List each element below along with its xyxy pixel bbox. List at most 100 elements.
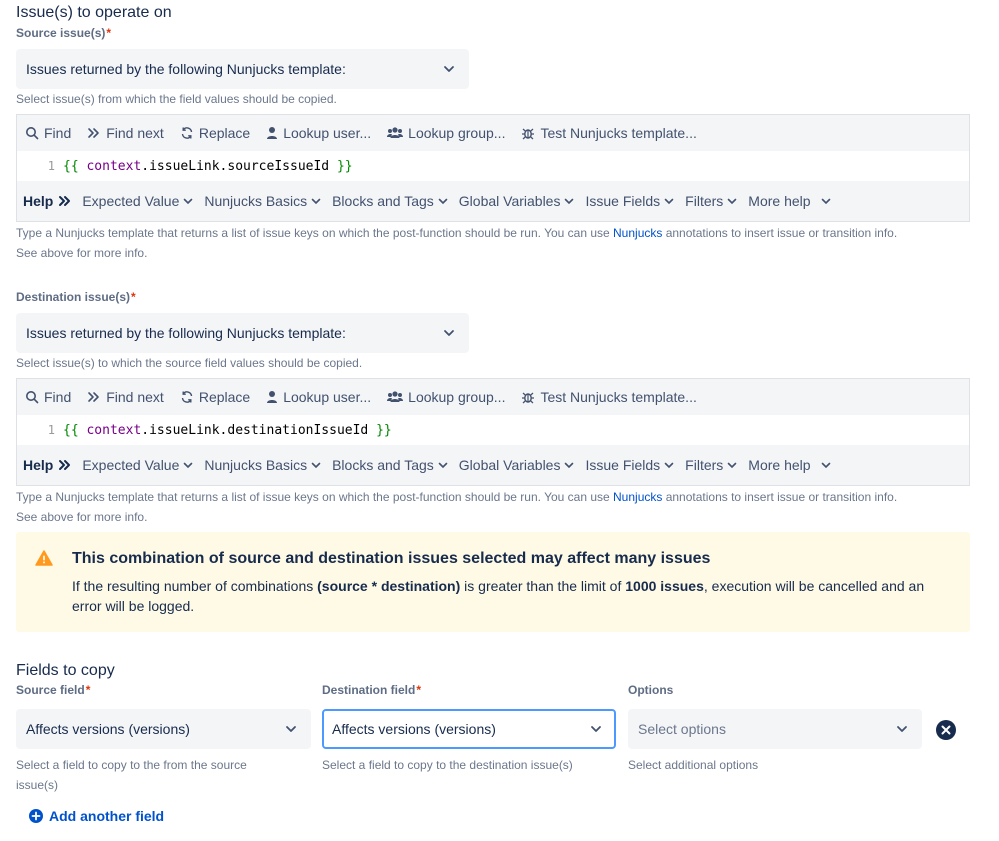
destination-issues-select[interactable]: Issues returned by the following Nunjuck…: [16, 313, 469, 353]
required-marker: *: [416, 683, 422, 697]
required-marker: *: [106, 26, 112, 40]
help-more-help[interactable]: More help: [748, 193, 830, 209]
find-button[interactable]: Find: [25, 125, 71, 141]
chevron-down-icon: [438, 198, 448, 204]
chevron-down-icon: [565, 198, 574, 204]
destination-field-value: Affects versions (versions): [332, 721, 496, 737]
help-nunjucks-basics[interactable]: Nunjucks Basics: [204, 193, 321, 209]
help-blocks-and-tags[interactable]: Blocks and Tags: [332, 457, 448, 473]
chevron-down-icon: [311, 462, 321, 468]
help-global-variables[interactable]: Global Variables: [459, 457, 575, 473]
lookup-group-label: Lookup group...: [408, 389, 506, 405]
warning-banner: This combination of source and destinati…: [16, 532, 970, 632]
lookup-user-button[interactable]: Lookup user...: [266, 125, 371, 141]
help-item-label: Expected Value: [82, 457, 180, 473]
chevron-down-icon: [892, 719, 912, 739]
source-field-label: Source field*: [16, 683, 90, 697]
source-field-label-text: Source field: [16, 683, 85, 697]
help-filters[interactable]: Filters: [685, 457, 737, 473]
template-help-text: Type a Nunjucks template that returns a …: [16, 226, 614, 240]
chevron-down-icon: [281, 719, 301, 739]
help-item-label: Blocks and Tags: [332, 193, 434, 209]
bug-icon: [522, 392, 535, 404]
user-icon: [267, 127, 278, 139]
test-template-button[interactable]: Test Nunjucks template...: [521, 389, 697, 405]
add-another-field-button[interactable]: Add another field: [29, 808, 164, 824]
editor-toolbar: Find Find next Replace Lookup user... Lo…: [17, 115, 969, 151]
chevron-down-icon: [565, 462, 574, 468]
destination-field-label: Destination field*: [322, 683, 421, 697]
help-more-help[interactable]: More help: [748, 457, 830, 473]
double-chevron-right-icon: [88, 128, 100, 138]
refresh-icon: [181, 127, 193, 139]
chevron-down-icon: [727, 462, 737, 468]
find-button[interactable]: Find: [25, 389, 71, 405]
help-nunjucks-basics[interactable]: Nunjucks Basics: [204, 457, 321, 473]
help-expected-value[interactable]: Expected Value: [82, 457, 193, 473]
options-help: Select additional options: [628, 758, 759, 772]
nunjucks-link[interactable]: Nunjucks: [613, 226, 662, 240]
double-chevron-right-icon: [88, 392, 100, 402]
source-field-help: Select a field to copy to the from the s…: [16, 758, 247, 792]
test-template-button[interactable]: Test Nunjucks template...: [521, 125, 697, 141]
find-next-button[interactable]: Find next: [87, 389, 164, 405]
help-item-label: Global Variables: [458, 193, 561, 209]
warning-title: This combination of source and destinati…: [72, 550, 711, 567]
help-issue-fields[interactable]: Issue Fields: [585, 457, 674, 473]
lookup-user-button[interactable]: Lookup user...: [266, 389, 371, 405]
destination-issues-select-value: Issues returned by the following Nunjuck…: [26, 325, 346, 341]
chevron-down-icon: [821, 198, 830, 204]
replace-button[interactable]: Replace: [180, 125, 250, 141]
code-text: {{ context.issueLink.destinationIssueId …: [61, 423, 392, 438]
code-line[interactable]: 1 {{ context.issueLink.destinationIssueI…: [17, 415, 969, 445]
test-template-label: Test Nunjucks template...: [540, 125, 697, 141]
lookup-group-button[interactable]: Lookup group...: [387, 389, 505, 405]
code-line[interactable]: 1 {{ context.issueLink.sourceIssueId }}: [17, 151, 969, 181]
code-close-brace: }}: [336, 158, 353, 174]
template-help-text: annotations to insert issue or transitio…: [662, 490, 898, 504]
options-label: Options: [628, 683, 674, 697]
source-issues-label: Source issue(s)*: [16, 26, 111, 40]
help-label: Help: [23, 193, 54, 209]
replace-label: Replace: [198, 389, 251, 405]
find-next-button[interactable]: Find next: [87, 125, 164, 141]
remove-field-button[interactable]: [935, 719, 957, 741]
chevron-down-icon: [311, 198, 321, 204]
warning-icon: [35, 550, 53, 571]
replace-button[interactable]: Replace: [180, 389, 250, 405]
help-blocks-and-tags[interactable]: Blocks and Tags: [332, 193, 448, 209]
required-marker: *: [85, 683, 91, 697]
options-placeholder: Select options: [638, 721, 726, 737]
group-icon: [387, 127, 404, 138]
destination-template-help: Type a Nunjucks template that returns a …: [16, 487, 976, 527]
warning-bold-text: 1000 issues: [625, 578, 704, 594]
add-circle-icon: [29, 809, 43, 823]
chevron-down-icon: [586, 719, 606, 739]
find-label: Find: [44, 125, 72, 141]
source-issues-select[interactable]: Issues returned by the following Nunjuck…: [16, 49, 469, 89]
bug-icon: [522, 128, 535, 140]
help-global-variables[interactable]: Global Variables: [459, 193, 575, 209]
options-select[interactable]: Select options: [628, 709, 922, 749]
section-title-issues: Issue(s) to operate on: [16, 4, 172, 21]
help-issue-fields[interactable]: Issue Fields: [585, 193, 674, 209]
help-filters[interactable]: Filters: [685, 193, 737, 209]
nunjucks-link[interactable]: Nunjucks: [613, 490, 662, 504]
source-field-select[interactable]: Affects versions (versions): [16, 709, 311, 749]
lookup-group-button[interactable]: Lookup group...: [387, 125, 505, 141]
destination-template-editor: Find Find next Replace Lookup user... Lo…: [16, 378, 970, 486]
chevron-down-icon: [664, 198, 674, 204]
help-expected-value[interactable]: Expected Value: [82, 193, 193, 209]
code-property: .issueLink.sourceIssueId: [141, 158, 330, 174]
code-context-keyword: context: [86, 158, 142, 174]
code-text: {{ context.issueLink.sourceIssueId }}: [61, 159, 353, 174]
help-heading: Help: [23, 457, 72, 473]
source-field-value: Affects versions (versions): [26, 721, 190, 737]
chevron-down-icon: [439, 59, 459, 79]
destination-issues-label-text: Destination issue(s): [16, 290, 131, 304]
lookup-user-label: Lookup user...: [283, 125, 372, 141]
test-template-label: Test Nunjucks template...: [540, 389, 697, 405]
section-title-fields: Fields to copy: [16, 662, 115, 679]
find-next-label: Find next: [106, 125, 164, 141]
destination-field-select[interactable]: Affects versions (versions): [322, 709, 616, 749]
